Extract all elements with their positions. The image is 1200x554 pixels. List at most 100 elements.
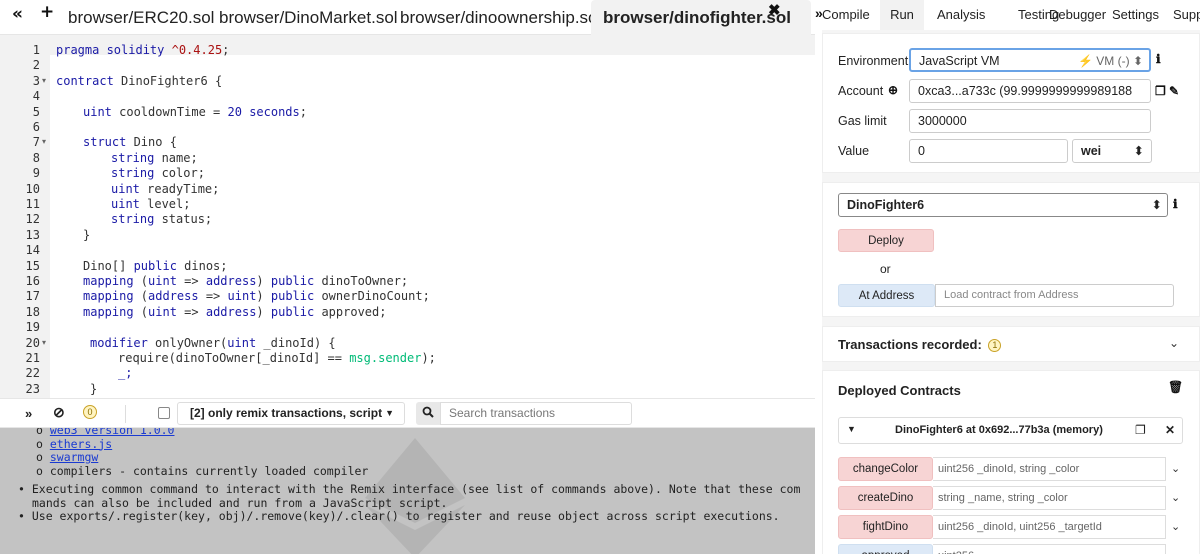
code-editor[interactable]: 1 2 3 ▾ 4 5 6 7 ▾ 8 9 10 11 12 13 14 15 16 17 18 19 20 ▾ 21 22 23… bbox=[0, 35, 815, 398]
bullet-icon: o bbox=[36, 436, 50, 451]
code-token: readyTime; bbox=[147, 181, 220, 196]
add-file-icon[interactable]: + bbox=[40, 2, 54, 22]
code-token: dinos; bbox=[184, 258, 228, 273]
tab-dinoownership[interactable]: browser/dinoownership.sol bbox=[388, 0, 613, 35]
code-token: public bbox=[270, 289, 322, 304]
add-account-icon[interactable]: ⊕ bbox=[888, 83, 898, 97]
value-unit-text: wei bbox=[1081, 144, 1102, 158]
bullet-icon: • bbox=[18, 482, 32, 496]
chevron-down-icon[interactable]: ⌄ bbox=[1171, 462, 1180, 475]
line-number: 5 bbox=[32, 104, 40, 119]
code-token: uint bbox=[111, 197, 148, 211]
code-line-18: mapping (uint => address) public approve… bbox=[83, 305, 386, 320]
code-token: ^0.4.25 bbox=[171, 43, 223, 57]
code-token: public bbox=[133, 258, 185, 273]
line-number: 3 bbox=[32, 73, 40, 88]
gas-limit-input[interactable]: 3000000 bbox=[909, 109, 1151, 133]
transaction-filter-label: [2] only remix transactions, script bbox=[190, 406, 383, 420]
fold-arrow-icon[interactable]: ▾ bbox=[42, 76, 46, 85]
line-number: 21 bbox=[25, 351, 40, 365]
function-args-input[interactable]: uint256 _dinoId, string _color bbox=[933, 457, 1166, 481]
scroll-tabs-left-icon[interactable]: « bbox=[12, 4, 23, 24]
fold-arrow-icon[interactable]: ▾ bbox=[42, 338, 46, 347]
contract-instance-header[interactable]: ▼ DinoFighter6 at 0x692...77b3a (memory)… bbox=[838, 417, 1183, 444]
at-address-input[interactable]: Load contract from Address bbox=[935, 284, 1174, 307]
fold-arrow-icon[interactable]: ▾ bbox=[42, 137, 46, 146]
transactions-recorded-title: Transactions recorded: 1 bbox=[838, 337, 1002, 352]
code-token: mapping bbox=[83, 289, 141, 304]
line-number: 17 bbox=[25, 289, 40, 304]
function-button-approved[interactable]: approved bbox=[838, 544, 933, 554]
copy-address-icon[interactable]: ❐ bbox=[1135, 423, 1146, 437]
chevron-down-icon[interactable]: ⌄ bbox=[1171, 491, 1180, 504]
line-number: 11 bbox=[25, 197, 40, 211]
code-token: 20 bbox=[227, 104, 250, 119]
code-area[interactable]: pragma solidity ^0.4.25; contract DinoFi… bbox=[50, 43, 815, 398]
code-token: _dinoId) { bbox=[263, 335, 336, 350]
bullet-icon: o bbox=[36, 450, 50, 464]
code-token: approved; bbox=[321, 304, 387, 319]
terminal-line-swarmgw: o swarmgw bbox=[36, 450, 98, 465]
code-token: ( bbox=[140, 304, 149, 319]
function-button-fightdino[interactable]: fightDino bbox=[838, 515, 933, 539]
code-token: name; bbox=[161, 150, 198, 165]
chevron-down-icon[interactable]: ⌄ bbox=[1171, 549, 1180, 554]
listen-network-checkbox[interactable] bbox=[158, 407, 170, 419]
function-button-changecolor[interactable]: changeColor bbox=[838, 457, 933, 481]
line-number: 20 bbox=[25, 335, 40, 350]
tab-run[interactable]: Run bbox=[880, 0, 924, 30]
tab-dinomarket[interactable]: browser/DinoMarket.sol bbox=[207, 0, 410, 35]
transactions-recorded-card[interactable]: Transactions recorded: 1 ⌄ bbox=[822, 326, 1200, 362]
code-token: seconds bbox=[249, 104, 300, 119]
tab-erc20[interactable]: browser/ERC20.sol bbox=[56, 0, 226, 35]
code-token: public bbox=[270, 274, 322, 288]
info-icon[interactable]: ℹ bbox=[1173, 197, 1178, 211]
code-line-7: struct Dino { bbox=[83, 135, 177, 150]
deploy-button[interactable]: Deploy bbox=[838, 229, 934, 252]
clear-terminal-icon[interactable]: ⊘ bbox=[53, 404, 65, 421]
terminal-output[interactable]: o web3 version 1.0.0 o ethers.js o swarm… bbox=[0, 428, 815, 554]
collapse-instance-icon[interactable]: ▼ bbox=[847, 424, 856, 434]
sign-message-icon[interactable]: ✎ bbox=[1169, 84, 1179, 98]
line-number: 12 bbox=[25, 212, 40, 227]
tab-settings[interactable]: Settings bbox=[1104, 0, 1167, 30]
trash-icon[interactable]: 🗑 bbox=[1168, 380, 1183, 394]
value-input[interactable]: 0 bbox=[909, 139, 1068, 163]
tab-compile[interactable]: Compile bbox=[815, 0, 878, 30]
function-row: createDino string _name, string _color ⌄ bbox=[838, 486, 1181, 511]
at-address-button[interactable]: At Address bbox=[838, 284, 935, 307]
transaction-filter-select[interactable]: [2] only remix transactions, script ▼ bbox=[177, 402, 405, 425]
plug-icon: ⚡ bbox=[1077, 54, 1093, 68]
swarmgw-link[interactable]: swarmgw bbox=[50, 450, 98, 464]
function-row: fightDino uint256 _dinoId, uint256 _targ… bbox=[838, 515, 1181, 540]
function-button-createdino[interactable]: createDino bbox=[838, 486, 933, 510]
value-unit-select[interactable]: wei ⬍ bbox=[1072, 139, 1152, 163]
chevron-down-icon[interactable]: ⌄ bbox=[1169, 336, 1179, 350]
collapse-terminal-icon[interactable]: » bbox=[25, 406, 32, 421]
function-args-input[interactable]: uint256 bbox=[933, 544, 1166, 554]
code-token: uint bbox=[227, 335, 264, 350]
function-args-input[interactable]: uint256 _dinoId, uint256 _targetId bbox=[933, 515, 1166, 539]
function-row: approved uint256 ⌄ bbox=[838, 544, 1181, 554]
line-number-gutter: 1 2 3 ▾ 4 5 6 7 ▾ 8 9 10 11 12 13 14 15 16 17 18 19 20 ▾ 21 22 23 bbox=[0, 35, 50, 398]
ethers-link[interactable]: ethers.js bbox=[50, 437, 112, 451]
line-number: 16 bbox=[25, 274, 40, 288]
environment-select[interactable]: JavaScript VM ⚡ VM (-) ⬍ bbox=[909, 48, 1151, 72]
function-args-input[interactable]: string _name, string _color bbox=[933, 486, 1166, 510]
chevron-down-icon[interactable]: ⌄ bbox=[1171, 520, 1180, 533]
code-line-1: pragma solidity ^0.4.25; bbox=[56, 43, 229, 58]
close-tab-icon[interactable]: ✖ bbox=[768, 1, 781, 19]
search-transactions-input[interactable]: Search transactions bbox=[440, 402, 632, 425]
remove-instance-icon[interactable]: ✕ bbox=[1165, 423, 1175, 437]
code-line-23: } bbox=[90, 381, 98, 396]
copy-account-icon[interactable]: ❐ bbox=[1155, 84, 1166, 98]
account-select[interactable]: 0xca3...a733c (99.9999999999989188 bbox=[909, 79, 1151, 103]
contract-select[interactable]: DinoFighter6 ⬍ bbox=[838, 193, 1168, 217]
info-icon[interactable]: ℹ bbox=[1156, 52, 1161, 66]
line-number: 4 bbox=[32, 89, 40, 104]
tab-support[interactable]: Supp bbox=[1165, 0, 1200, 30]
terminal-text: Executing common command to interact wit… bbox=[31, 482, 801, 496]
search-icon[interactable] bbox=[416, 402, 440, 425]
run-panel: Environment JavaScript VM ⚡ VM (-) ⬍ ℹ A… bbox=[822, 30, 1200, 554]
tab-analysis[interactable]: Analysis bbox=[929, 0, 993, 30]
